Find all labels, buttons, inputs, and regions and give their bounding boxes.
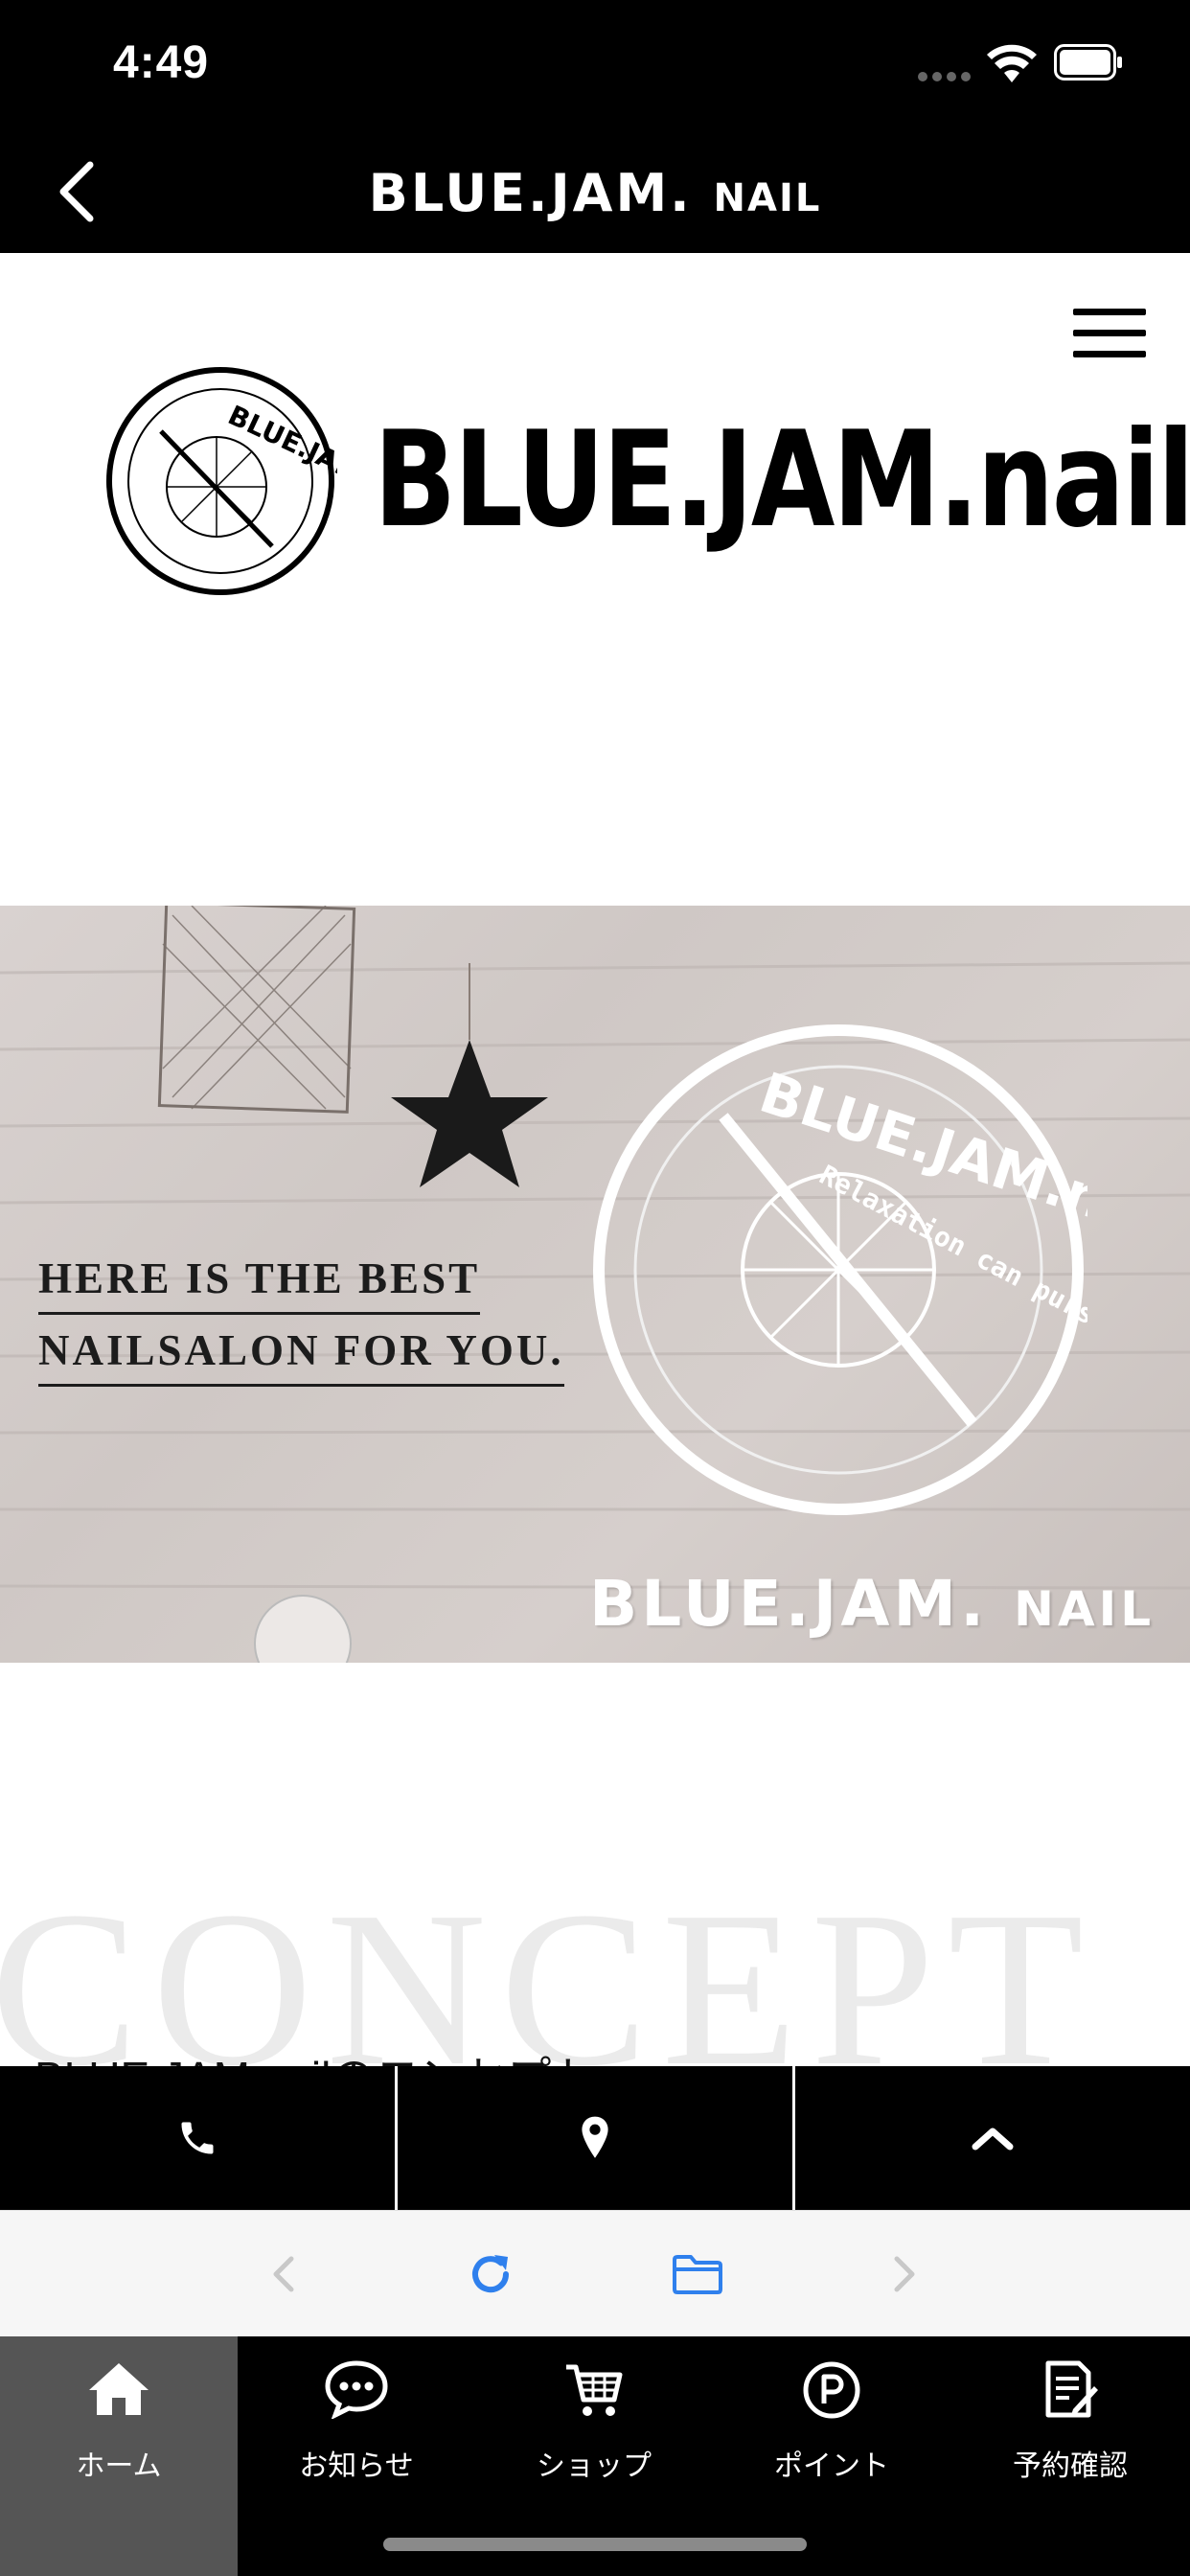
- nav-title: BLUE.JAM. NAIL: [0, 163, 1190, 223]
- home-icon: [89, 2363, 149, 2415]
- wall-wordmark: BLUE.JAM. NAIL: [589, 1567, 1155, 1641]
- reload-button[interactable]: [452, 2211, 529, 2337]
- tab-label: ホーム: [76, 2450, 162, 2482]
- back-arrow-icon: [273, 2256, 294, 2292]
- tab-label: ショップ: [537, 2450, 652, 2482]
- action-bar: [0, 2066, 1190, 2210]
- hero-image: HERE IS THE BEST NAILSALON FOR YOU. BLUE…: [0, 906, 1190, 1663]
- menu-icon[interactable]: [1073, 309, 1146, 360]
- signal-icon: [918, 69, 975, 81]
- status-time: 4:49: [113, 37, 210, 88]
- reservation-icon: [1045, 2360, 1098, 2418]
- wall-logo-sign: BLUE.JAM.nail Relaxation can pursue the …: [593, 1024, 1087, 1515]
- hero-line-1: HERE IS THE BEST: [38, 1247, 481, 1315]
- map-button[interactable]: [398, 2066, 792, 2210]
- logo-badge: BLUE.JAM.nail: [106, 367, 337, 595]
- nav-title-small: NAIL: [713, 176, 822, 220]
- hero-tagline: HERE IS THE BEST NAILSALON FOR YOU.: [38, 1247, 564, 1391]
- tab-label: ポイント: [774, 2450, 889, 2482]
- home-indicator: [383, 2538, 807, 2551]
- point-icon: [803, 2361, 860, 2419]
- reload-icon: [472, 2255, 510, 2293]
- folder-button[interactable]: [659, 2211, 736, 2337]
- tab-label: 予約確認: [1013, 2450, 1128, 2482]
- tab-label: お知らせ: [299, 2450, 414, 2482]
- battery-icon: [1054, 44, 1122, 80]
- chat-bubble-icon: [325, 2360, 388, 2419]
- folder-icon: [673, 2255, 722, 2294]
- phone-button[interactable]: [0, 2066, 395, 2210]
- nav-bar: BLUE.JAM. NAIL: [0, 130, 1190, 253]
- browser-toolbar: [0, 2210, 1190, 2337]
- wifi-icon: [987, 44, 1037, 82]
- phone-icon: [181, 2122, 214, 2154]
- tab-home[interactable]: ホーム: [0, 2336, 238, 2576]
- map-pin-icon: [582, 2116, 608, 2158]
- cart-icon: [566, 2364, 623, 2416]
- wall-wordmark-main: BLUE.JAM.: [589, 1567, 989, 1641]
- browser-back-button[interactable]: [245, 2211, 322, 2337]
- scroll-top-button[interactable]: [795, 2066, 1190, 2210]
- status-bar: 4:49: [0, 0, 1190, 130]
- forward-arrow-icon: [894, 2256, 915, 2292]
- nav-title-main: BLUE.JAM.: [368, 163, 693, 223]
- brand-wordmark: BLUE.JAM.nail: [374, 402, 1190, 557]
- chevron-up-icon: [972, 2128, 1014, 2150]
- browser-forward-button[interactable]: [866, 2211, 943, 2337]
- tab-reservation[interactable]: 予約確認: [950, 2336, 1190, 2576]
- wall-wordmark-small: NAIL: [1014, 1581, 1156, 1637]
- hero-line-2: NAILSALON FOR YOU.: [38, 1319, 564, 1387]
